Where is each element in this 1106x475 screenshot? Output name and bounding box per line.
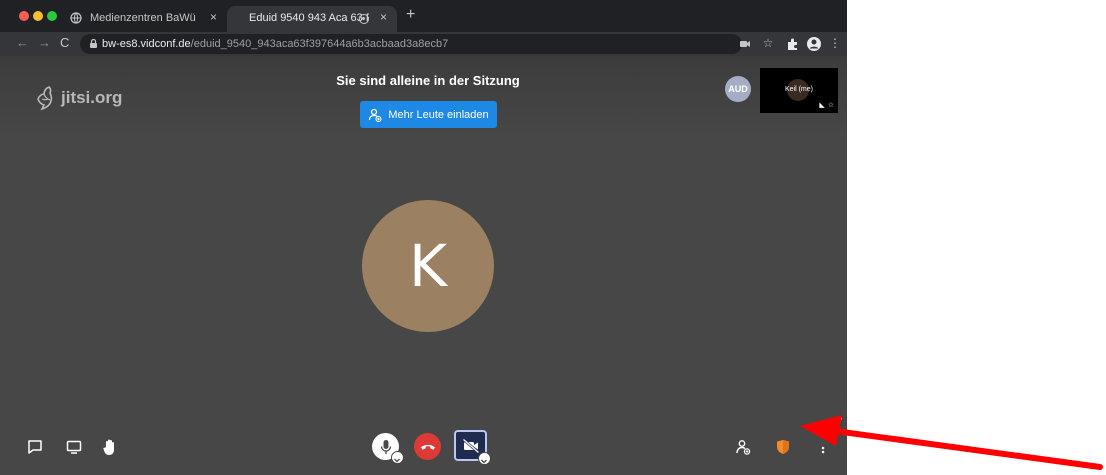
camera-off-icon xyxy=(462,438,479,453)
add-person-icon xyxy=(369,108,382,122)
tab-eduid[interactable]: Eduid 9540 943 Aca 63 F × xyxy=(227,6,397,32)
close-window-button[interactable] xyxy=(19,11,29,21)
lock-icon xyxy=(90,39,97,48)
chevron-down-icon[interactable] xyxy=(478,452,491,465)
profile-icon[interactable] xyxy=(806,36,822,52)
jitsi-logo-icon xyxy=(37,86,53,111)
camera-in-use-icon[interactable] xyxy=(737,36,753,52)
remote-participant-avatar[interactable]: AUD xyxy=(725,76,751,102)
extensions-puzzle-icon[interactable] xyxy=(785,36,801,52)
session-title: Sie sind alleine in der Sitzung xyxy=(336,73,520,88)
add-person-icon xyxy=(736,440,751,455)
security-options-button[interactable] xyxy=(772,436,794,458)
recording-indicator-icon xyxy=(359,14,369,24)
camera-toggle-button[interactable] xyxy=(454,430,491,465)
more-vertical-icon xyxy=(821,446,825,454)
microphone-icon xyxy=(380,439,391,454)
chat-icon xyxy=(28,440,42,454)
url-host: bw-es8.vidconf.de xyxy=(102,38,191,50)
phone-hangup-icon xyxy=(420,444,435,450)
bookmark-star-icon[interactable]: ☆ xyxy=(760,36,776,52)
url-path: /eduid_9540_943aca63f397644a6b3acbaad3a8… xyxy=(190,38,449,50)
jitsi-logo[interactable]: jitsi.org xyxy=(35,84,122,112)
new-tab-button[interactable]: + xyxy=(406,6,415,24)
conference-stage: jitsi.org Sie sind alleine in der Sitzun… xyxy=(0,56,847,475)
browser-menu-icon[interactable]: ⋮ xyxy=(827,36,843,52)
back-arrow-icon[interactable]: ← xyxy=(16,35,29,50)
invite-button-label: Mehr Leute einladen xyxy=(388,108,489,121)
main-participant-avatar: K xyxy=(362,200,494,332)
shield-icon xyxy=(777,440,789,454)
forward-arrow-icon[interactable]: → xyxy=(38,35,51,50)
star-icon: ☆ xyxy=(827,102,834,109)
chat-button[interactable] xyxy=(24,436,46,458)
invite-participants-button[interactable] xyxy=(732,436,754,458)
camera-off-icon: ◣ xyxy=(819,102,825,109)
screen-share-button[interactable] xyxy=(63,436,85,458)
chevron-down-icon[interactable] xyxy=(391,451,404,464)
logo-text: jitsi.org xyxy=(61,88,123,107)
maximize-window-button[interactable] xyxy=(47,11,57,21)
browser-window: Medienzentren BaWü × Eduid 9540 943 Aca … xyxy=(0,0,847,475)
tab-close-button[interactable]: × xyxy=(380,10,387,24)
url-text: bw-es8.vidconf.de/eduid_9540_943aca63f39… xyxy=(102,38,448,50)
reload-icon[interactable]: C xyxy=(60,35,69,50)
conference-toolbar xyxy=(0,421,847,475)
tab-strip: Medienzentren BaWü × Eduid 9540 943 Aca … xyxy=(0,0,847,32)
browser-toolbar: ← → C bw-es8.vidconf.de/eduid_9540_943ac… xyxy=(0,32,847,56)
invite-more-people-button[interactable]: Mehr Leute einladen xyxy=(360,101,497,128)
more-options-button[interactable] xyxy=(812,436,834,458)
microphone-button[interactable] xyxy=(372,433,404,464)
hangup-button[interactable] xyxy=(414,433,441,460)
raise-hand-button[interactable] xyxy=(99,436,121,458)
minimize-window-button[interactable] xyxy=(33,11,43,21)
hand-icon xyxy=(103,439,114,455)
tab-medienzentren[interactable]: Medienzentren BaWü × xyxy=(62,6,227,32)
tab-label: Medienzentren BaWü xyxy=(90,12,196,24)
tab-label: Eduid 9540 943 Aca 63 F xyxy=(249,12,369,24)
screen-share-icon xyxy=(66,440,82,454)
tab-close-button[interactable]: × xyxy=(210,10,217,24)
thumbnail-status-icons: ◣ ☆ xyxy=(819,101,834,109)
address-bar[interactable]: bw-es8.vidconf.de/eduid_9540_943aca63f39… xyxy=(80,34,742,54)
local-video-thumbnail[interactable]: Keil (me) ◣ ☆ xyxy=(760,68,838,113)
globe-icon xyxy=(70,12,82,24)
local-participant-name: Keil (me) xyxy=(784,86,813,93)
